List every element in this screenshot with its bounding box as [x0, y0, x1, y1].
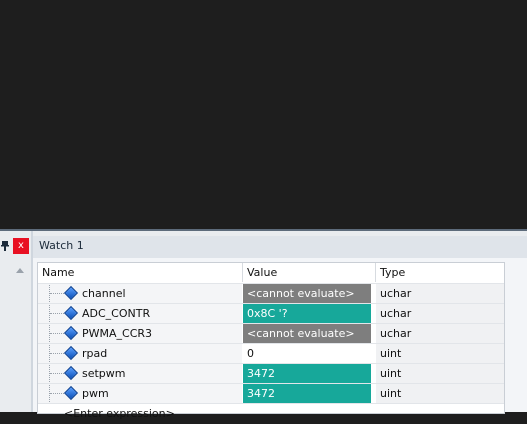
enter-expression-row[interactable]: <Enter expression>: [38, 403, 504, 424]
tree-branch: [50, 313, 64, 314]
watch-value-cell[interactable]: 3472: [243, 384, 371, 403]
watch-grid: Name Value Type channel <cannot evaluate>…: [37, 262, 508, 420]
watch-name-cell[interactable]: setpwm: [38, 364, 242, 383]
watch-name-cell[interactable]: PWMA_CCR3: [38, 324, 242, 343]
watch-panel: Name Value Type channel <cannot evaluate>…: [33, 258, 527, 420]
watch-name-cell[interactable]: rpad: [38, 344, 242, 363]
watch-value-cell[interactable]: <cannot evaluate>: [243, 324, 371, 343]
variable-name: pwm: [82, 387, 109, 400]
editor-area: [0, 0, 527, 229]
watch-type-cell: uint: [376, 364, 504, 383]
variable-name: PWMA_CCR3: [82, 327, 153, 340]
pin-icon-glyph: [1, 241, 9, 251]
tree-branch: [50, 293, 64, 294]
watch-name-cell[interactable]: ADC_CONTR: [38, 304, 242, 323]
tree-branch: [50, 393, 64, 394]
watch-value-cell[interactable]: 0x8C '?: [243, 304, 371, 323]
pin-icon[interactable]: [0, 238, 10, 254]
scroll-up-icon[interactable]: [14, 262, 26, 274]
table-row[interactable]: ADC_CONTR 0x8C '? uchar: [38, 303, 504, 324]
column-header-name[interactable]: Name: [38, 263, 243, 282]
table-row[interactable]: setpwm 3472 uint: [38, 363, 504, 384]
watch-type-cell: uchar: [376, 324, 504, 343]
watch-type-cell: uint: [376, 384, 504, 403]
tree-branch: [50, 353, 64, 354]
watch-title: Watch 1: [39, 239, 84, 252]
table-row[interactable]: PWMA_CCR3 <cannot evaluate> uchar: [38, 323, 504, 344]
variable-icon: [63, 365, 79, 381]
watch-type-cell: uint: [376, 344, 504, 363]
table-row[interactable]: rpad 0 uint: [38, 343, 504, 364]
watch-value-cell[interactable]: <cannot evaluate>: [243, 284, 371, 303]
variable-icon: [63, 325, 79, 341]
tree-branch: [50, 373, 64, 374]
variable-name: rpad: [82, 347, 108, 360]
variable-icon: [63, 305, 79, 321]
variable-name: setpwm: [82, 367, 126, 380]
column-header-value[interactable]: Value: [243, 263, 376, 282]
watch-name-cell[interactable]: pwm: [38, 384, 242, 403]
watch-name-cell[interactable]: channel: [38, 284, 242, 303]
variable-name: ADC_CONTR: [82, 307, 151, 320]
enter-expression-placeholder[interactable]: <Enter expression>: [64, 404, 175, 423]
variable-icon: [63, 345, 79, 361]
column-header-type[interactable]: Type: [376, 263, 508, 282]
watch-value-cell[interactable]: 0: [243, 344, 371, 363]
variable-icon: [63, 385, 79, 401]
watch-type-cell: uchar: [376, 284, 504, 303]
variable-icon: [63, 285, 79, 301]
variable-name: channel: [82, 287, 126, 300]
close-icon[interactable]: x: [13, 238, 29, 254]
watch-type-cell: uchar: [376, 304, 504, 323]
table-row[interactable]: pwm 3472 uint: [38, 383, 504, 404]
watch-value-cell[interactable]: 3472: [243, 364, 371, 383]
watch-tab[interactable]: Watch 1: [33, 236, 527, 259]
table-row[interactable]: channel <cannot evaluate> uchar: [38, 283, 504, 304]
tree-branch: [50, 333, 64, 334]
